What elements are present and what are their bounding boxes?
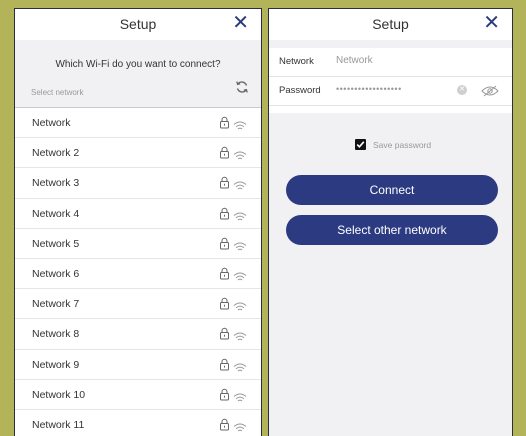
network-field[interactable]: Network: [336, 55, 436, 66]
wifi-icon: [233, 390, 247, 408]
network-name: Network 10: [32, 388, 86, 401]
clear-icon[interactable]: ✕: [457, 85, 467, 95]
wifi-icon: [233, 269, 247, 287]
wifi-icon: [233, 209, 247, 227]
lock-icon: [219, 116, 230, 134]
eye-slash-icon[interactable]: [481, 84, 499, 102]
network-list-item[interactable]: Network 8: [15, 319, 261, 350]
lock-icon: [219, 297, 230, 315]
left-header: Setup ✕: [15, 9, 261, 40]
password-field[interactable]: ••••••••••••••••••: [336, 84, 402, 94]
network-list-item[interactable]: Network 9: [15, 350, 261, 380]
wifi-icon: [233, 148, 247, 166]
wifi-question: Which Wi-Fi do you want to connect?: [55, 59, 221, 70]
page-title: Setup: [119, 16, 157, 32]
network-list-panel: Setup ✕ Which Wi-Fi do you want to conne…: [14, 8, 262, 436]
wifi-icon: [233, 239, 247, 257]
lock-icon: [219, 237, 230, 255]
connect-button[interactable]: Connect: [286, 175, 498, 205]
select-other-network-button[interactable]: Select other network: [286, 215, 498, 245]
network-list-item[interactable]: Network 11: [15, 410, 261, 436]
network-name: Network 6: [32, 267, 80, 280]
network-name: Network 2: [32, 147, 80, 160]
password-label: Password: [279, 85, 321, 96]
network-name: Network 3: [32, 177, 80, 190]
select-network-label: Select network: [31, 88, 84, 97]
lock-icon: [219, 388, 230, 406]
network-field-row: Network Network: [269, 48, 512, 77]
close-button[interactable]: ✕: [232, 13, 249, 33]
network-name: Network 5: [32, 237, 80, 250]
divider-band: [269, 40, 512, 48]
lock-icon: [219, 176, 230, 194]
network-label: Network: [279, 56, 314, 67]
lock-icon: [219, 358, 230, 376]
network-name: Network 8: [32, 328, 80, 341]
refresh-icon[interactable]: [235, 80, 249, 99]
network-list-item[interactable]: Network 2: [15, 138, 261, 169]
checkmark-icon: [356, 141, 365, 148]
wifi-icon: [233, 420, 247, 436]
network-subheader: Which Wi-Fi do you want to connect? Sele…: [15, 40, 261, 108]
close-button[interactable]: ✕: [483, 13, 500, 33]
network-connect-panel: Setup ✕ Network Network Password •••••••…: [268, 8, 513, 436]
save-password-label: Save password: [373, 140, 432, 150]
lock-icon: [219, 418, 230, 436]
save-password-checkbox[interactable]: [355, 139, 366, 150]
network-name: Network 7: [32, 298, 80, 311]
wifi-icon: [233, 118, 247, 136]
lock-icon: [219, 207, 230, 225]
lock-icon: [219, 327, 230, 345]
wifi-icon: [233, 329, 247, 347]
network-list-item[interactable]: Network 5: [15, 229, 261, 259]
network-list-item[interactable]: Network 6: [15, 259, 261, 290]
lock-icon: [219, 146, 230, 164]
password-field-row: Password •••••••••••••••••• ✕: [269, 77, 512, 106]
network-name: Network 4: [32, 207, 80, 220]
form-body: Save password Connect Select other netwo…: [269, 113, 512, 436]
wifi-icon: [233, 360, 247, 378]
wifi-icon: [233, 178, 247, 196]
wifi-icon: [233, 299, 247, 317]
network-list-item[interactable]: Network 3: [15, 168, 261, 199]
page-title: Setup: [372, 16, 409, 32]
network-name: Network 9: [32, 358, 80, 371]
network-list-item[interactable]: Network: [15, 108, 261, 139]
right-header: Setup ✕: [269, 9, 512, 40]
network-list-item[interactable]: Network 4: [15, 199, 261, 229]
network-list-item[interactable]: Network 10: [15, 380, 261, 410]
network-name: Network 11: [32, 418, 85, 431]
lock-icon: [219, 267, 230, 285]
network-name: Network: [32, 117, 71, 129]
network-list-item[interactable]: Network 7: [15, 289, 261, 320]
network-list: Network Network 2 Network 3 Network 4 Networ…: [15, 108, 261, 436]
